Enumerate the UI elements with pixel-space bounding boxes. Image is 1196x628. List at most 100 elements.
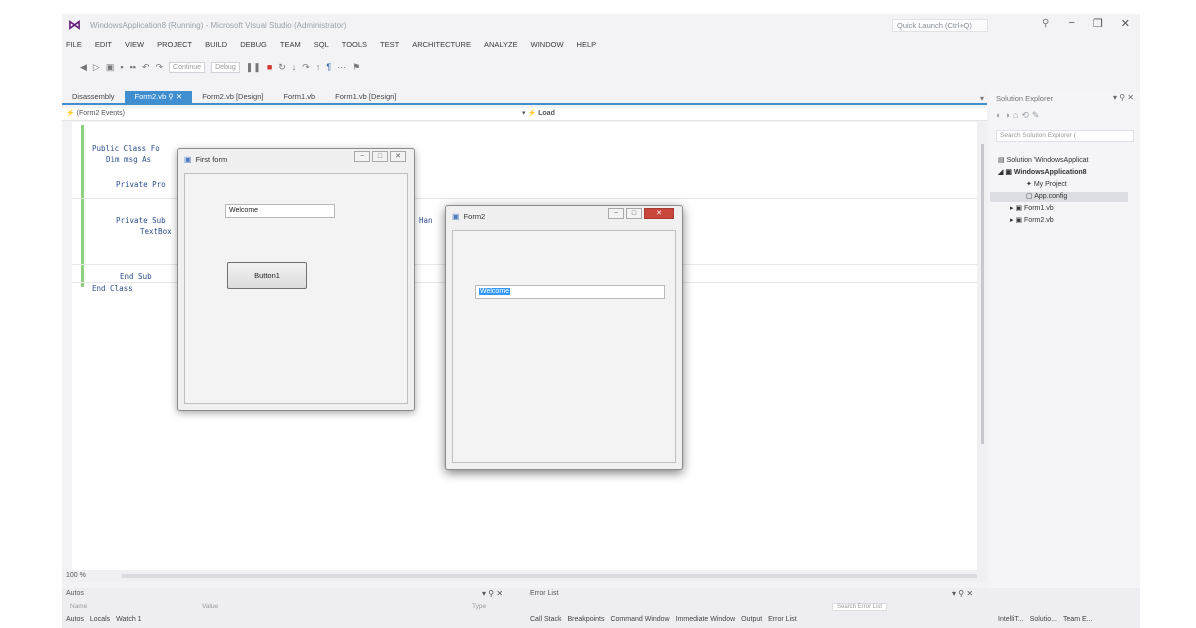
form2-client-area: Welcome	[452, 230, 676, 463]
menu-edit[interactable]: EDIT	[95, 40, 112, 49]
tree-item-form2[interactable]: ▸ ▣ Form2.vb	[1010, 216, 1054, 226]
error-list-search[interactable]: Search Error List	[832, 603, 888, 611]
restart-icon[interactable]: ↻	[278, 62, 286, 73]
tab-autos[interactable]: Autos	[66, 616, 84, 623]
maximize-icon[interactable]: □	[626, 208, 642, 219]
tab-locals[interactable]: Locals	[90, 616, 110, 623]
form2-textbox[interactable]: Welcome	[475, 285, 665, 299]
tree-item-label: App.config	[1034, 193, 1068, 200]
minimize-icon[interactable]: −	[1068, 17, 1074, 30]
redo-icon[interactable]: ↷	[156, 62, 164, 73]
menu-team[interactable]: TEAM	[280, 40, 301, 49]
tree-item-label: My Project	[1033, 181, 1067, 188]
autos-title: Autos	[66, 590, 84, 597]
tab-breakpoints[interactable]: Breakpoints	[568, 616, 605, 623]
member-dropdown[interactable]: ▾ ⚡ Load	[522, 109, 555, 119]
tab-form2-design[interactable]: Form2.vb [Design]	[192, 91, 273, 103]
menu-file[interactable]: FILE	[66, 40, 82, 49]
tab-call-stack[interactable]: Call Stack	[530, 616, 562, 623]
tab-error-list[interactable]: Error List	[768, 616, 796, 623]
continue-button[interactable]: Continue	[169, 61, 206, 73]
menu-project[interactable]: PROJECT	[157, 40, 192, 49]
window-controls: − ❐ ✕	[1068, 17, 1130, 30]
tab-immediate-window[interactable]: Immediate Window	[676, 616, 736, 623]
editor-horizontal-scrollbar[interactable]	[122, 574, 977, 578]
tab-form1-design[interactable]: Form1.vb [Design]	[325, 91, 406, 103]
tree-item-app-config[interactable]: ▢ App.config	[990, 192, 1128, 202]
stop-icon[interactable]: ■	[267, 62, 272, 72]
tab-team-explorer[interactable]: Team E...	[1063, 616, 1093, 623]
tab-solution-explorer[interactable]: Solutio...	[1030, 616, 1057, 623]
maximize-icon[interactable]: □	[372, 151, 388, 162]
menu-help[interactable]: HELP	[577, 40, 597, 49]
tree-item-project[interactable]: ◢ ▣ WindowsApplication8	[998, 168, 1087, 178]
search-icon[interactable]: ⚲	[1042, 18, 1049, 29]
comment-icon[interactable]: ⋯	[337, 62, 346, 73]
tree-item-solution[interactable]: ▤ Solution 'WindowsApplicat	[998, 156, 1088, 166]
step-over-icon[interactable]: ↷	[302, 62, 310, 73]
menu-bar: FILE EDIT VIEW PROJECT BUILD DEBUG TEAM …	[66, 40, 596, 49]
close-icon[interactable]: ✕	[390, 151, 406, 162]
minimize-icon[interactable]: −	[354, 151, 370, 162]
autos-pin-close-icons[interactable]: ▾ ⚲ ✕	[482, 589, 503, 598]
code-line: Private Sub	[116, 216, 166, 225]
scrollbar-thumb[interactable]	[981, 144, 984, 444]
solution-config-select[interactable]: Debug	[211, 61, 240, 73]
tab-form2-vb[interactable]: Form2.vb ⚲ ✕	[124, 91, 193, 103]
selected-text: Welcome	[479, 288, 511, 295]
menu-architecture[interactable]: ARCHITECTURE	[412, 40, 471, 49]
menu-test[interactable]: TEST	[380, 40, 399, 49]
error-list-pin-close-icons[interactable]: ▾ ⚲ ✕	[952, 589, 973, 598]
tab-disassembly[interactable]: Disassembly	[62, 91, 125, 103]
tree-item-my-project[interactable]: ✦ My Project	[1026, 180, 1067, 190]
undo-icon[interactable]: ↶	[142, 62, 150, 73]
tab-intellitrace[interactable]: IntelliT...	[998, 616, 1024, 623]
close-icon[interactable]: ✕	[644, 208, 674, 219]
menu-debug[interactable]: DEBUG	[240, 40, 267, 49]
form-icon: ▣	[452, 211, 460, 221]
close-icon[interactable]: ✕	[1121, 17, 1130, 30]
bookmark-icon[interactable]: ⚑	[352, 62, 360, 73]
new-project-icon[interactable]: ▣	[106, 62, 115, 73]
menu-view[interactable]: VIEW	[125, 40, 144, 49]
menu-analyze[interactable]: ANALYZE	[484, 40, 518, 49]
back-icon[interactable]: ◀	[80, 62, 87, 73]
restore-icon[interactable]: ❐	[1093, 17, 1103, 30]
forward-icon[interactable]: ◑	[1004, 110, 1012, 120]
class-dropdown[interactable]: ⚡ (Form2 Events)	[66, 109, 125, 119]
pin-icon[interactable]: ⚲	[168, 92, 174, 101]
forward-icon[interactable]: ▷	[93, 62, 100, 73]
solution-explorer-panel: Solution Explorer ▾ ⚲ ✕ ◐◑⌂⟲✎ Search Sol…	[990, 92, 1140, 588]
properties-icon[interactable]: ✎	[1032, 110, 1043, 120]
button1[interactable]: Button1	[227, 262, 307, 289]
menu-tools[interactable]: TOOLS	[342, 40, 367, 49]
tab-form1-vb[interactable]: Form1.vb	[273, 91, 325, 103]
form1-textbox[interactable]: Welcome	[225, 204, 335, 218]
tree-item-form1[interactable]: ▸ ▣ Form1.vb	[1010, 204, 1054, 214]
step-into-icon[interactable]: ↓	[292, 62, 297, 72]
form2-window: ▣ Form2 − □ ✕ Welcome	[445, 205, 683, 470]
tree-item-label: WindowsApplication8	[1013, 169, 1087, 176]
close-tab-icon[interactable]: ✕	[176, 92, 182, 101]
save-icon[interactable]: ▪	[120, 62, 123, 72]
step-out-icon[interactable]: ↑	[316, 62, 321, 72]
hex-display-icon[interactable]: ¶	[326, 62, 331, 72]
form1-window-controls: − □ ✕	[354, 151, 406, 162]
tab-overflow-icon[interactable]: ▾	[980, 94, 984, 103]
quick-launch-input[interactable]: Quick Launch (Ctrl+Q)	[892, 19, 988, 32]
tab-watch1[interactable]: Watch 1	[116, 616, 141, 623]
tab-output[interactable]: Output	[741, 616, 762, 623]
solution-search-input[interactable]: Search Solution Explorer (	[996, 130, 1134, 142]
column-value: Value	[202, 603, 219, 610]
tab-command-window[interactable]: Command Window	[610, 616, 669, 623]
menu-window[interactable]: WINDOW	[531, 40, 564, 49]
sync-icon[interactable]: ⟲	[1021, 110, 1032, 120]
minimize-icon[interactable]: −	[608, 208, 624, 219]
solution-explorer-title: Solution Explorer	[996, 94, 1054, 103]
change-tracking-bar	[81, 125, 84, 287]
save-all-icon[interactable]: ▪▪	[130, 62, 136, 72]
menu-build[interactable]: BUILD	[205, 40, 227, 49]
panel-pin-close-icons[interactable]: ▾ ⚲ ✕	[1113, 93, 1134, 102]
menu-sql[interactable]: SQL	[314, 40, 329, 49]
pause-icon[interactable]: ❚❚	[246, 62, 261, 73]
